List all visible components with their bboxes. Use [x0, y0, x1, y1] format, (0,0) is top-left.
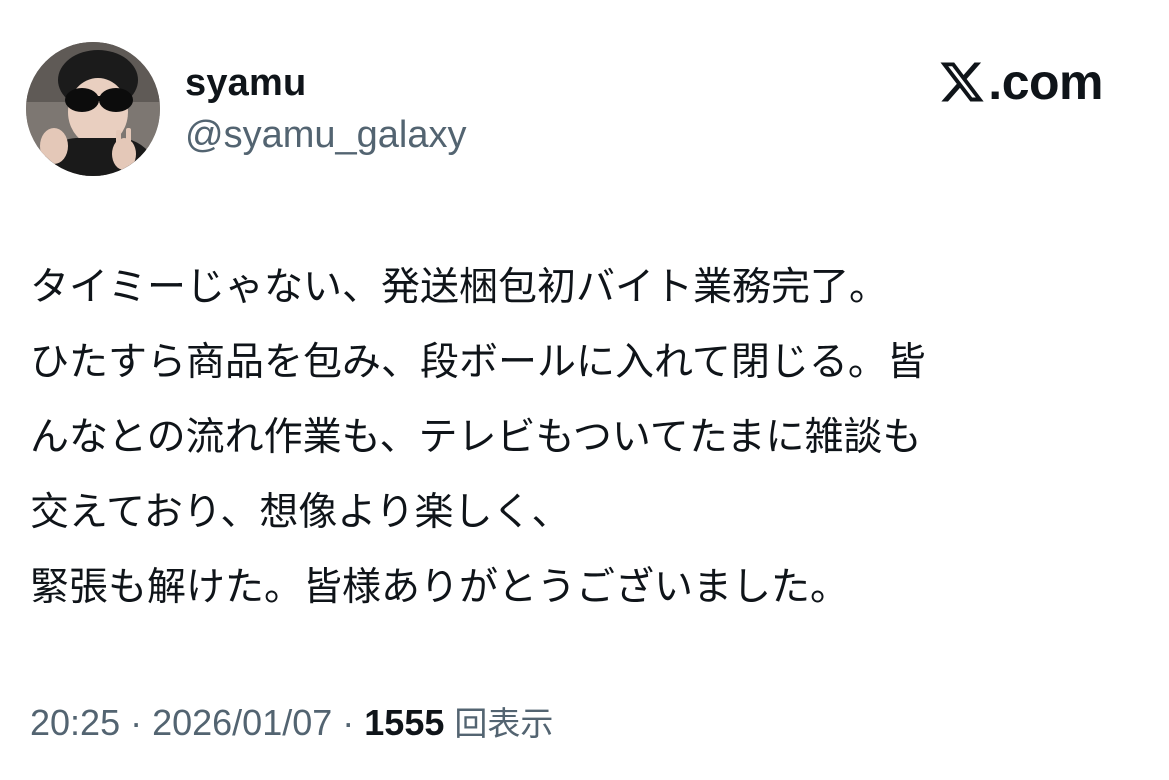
tweet-date[interactable]: 2026/01/07: [152, 702, 332, 743]
tweet-text: タイミーじゃない、発送梱包初バイト業務完了。 ひたすら商品を包み、段ボールに入れ…: [30, 250, 1130, 625]
brand-text: .com: [988, 54, 1103, 110]
tweet-card: syamu @syamu_galaxy .com タイミーじゃない、発送梱包初バ…: [0, 0, 1169, 780]
meta-separator: ·: [120, 702, 153, 743]
avatar[interactable]: [26, 42, 160, 176]
x-logo-icon: [938, 58, 986, 106]
tweet-line: タイミーじゃない、発送梱包初バイト業務完了。: [30, 265, 889, 310]
display-name[interactable]: syamu: [185, 60, 466, 106]
views-count: 1555: [364, 702, 445, 743]
tweet-line: んなとの流れ作業も、テレビもついてたまに雑談も: [30, 415, 922, 460]
tweet-time[interactable]: 20:25: [30, 702, 120, 743]
brand-watermark: .com: [938, 52, 1103, 112]
user-handle[interactable]: @syamu_galaxy: [185, 112, 466, 158]
tweet-line: ひたすら商品を包み、段ボールに入れて閉じる。皆: [30, 340, 926, 385]
meta-separator: ·: [332, 702, 365, 743]
tweet-line: 緊張も解けた。皆様ありがとうございました。: [30, 565, 850, 610]
tweet-line: 交えており、想像より楽しく、: [30, 490, 571, 535]
author-block: syamu @syamu_galaxy: [185, 60, 466, 158]
views-label: 回表示: [454, 704, 554, 743]
profile-photo-icon: [26, 42, 160, 176]
tweet-meta: 20:25 · 2026/01/07 · 1555 回表示: [30, 700, 553, 747]
